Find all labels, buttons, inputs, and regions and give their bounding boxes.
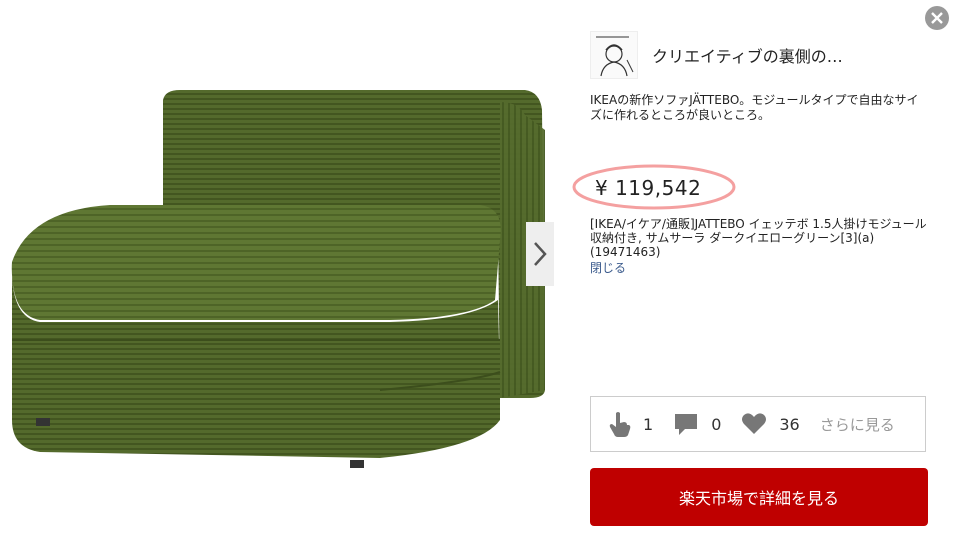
social-bar: 1 0 36 さらに見る <box>590 396 926 452</box>
avatar-illustration-icon <box>596 36 634 77</box>
favorite-count: 36 <box>779 414 800 434</box>
product-description: IKEAの新作ソファJÄTTEBO。モジュールタイプで自由なサイズに作れるところ… <box>590 93 919 122</box>
heart-icon <box>742 413 767 434</box>
close-link[interactable]: 閉じる <box>590 259 626 276</box>
close-icon <box>931 12 943 24</box>
rakuten-details-button[interactable]: 楽天市場で詳細を見る <box>590 468 928 526</box>
author-name[interactable]: クリエイティブの裏側の… <box>652 43 843 67</box>
price: ¥ 119,542 <box>595 176 702 200</box>
product-title: [IKEA/イケア/通販]JATTEBO イェッテボ 1.5人掛けモジュール 収… <box>590 217 927 259</box>
like-count: 1 <box>643 414 654 434</box>
comment-icon <box>675 414 698 435</box>
author-block[interactable]: クリエイティブの裏側の… <box>590 31 843 79</box>
like-button[interactable] <box>609 411 631 437</box>
comment-count: 0 <box>711 414 722 434</box>
see-more-link[interactable]: さらに見る <box>820 414 895 435</box>
comment-button[interactable] <box>673 412 699 436</box>
price-block: ¥ 119,542 <box>571 162 737 212</box>
hand-pointer-icon <box>609 412 631 437</box>
favorite-button[interactable] <box>741 412 767 436</box>
author-avatar[interactable] <box>590 31 638 79</box>
chevron-right-icon <box>534 242 547 266</box>
close-button[interactable] <box>925 6 949 30</box>
sofa-image <box>11 90 545 468</box>
product-image <box>0 0 555 551</box>
next-image-button[interactable] <box>526 222 554 286</box>
